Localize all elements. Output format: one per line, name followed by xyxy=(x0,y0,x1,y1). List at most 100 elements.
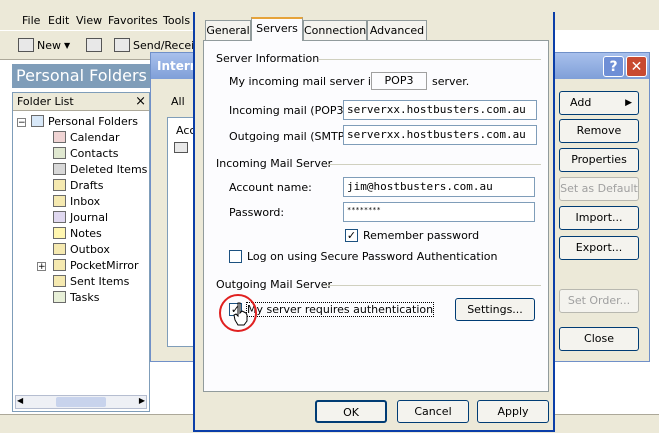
ok-button[interactable]: OK xyxy=(315,400,387,423)
hand-cursor-icon xyxy=(233,302,248,326)
folder-icon xyxy=(53,131,66,143)
server-type-value: POP3 xyxy=(371,72,427,90)
password-field[interactable]: ******** xyxy=(343,202,535,222)
folder-item-label: Calendar xyxy=(70,130,120,144)
folder-item[interactable]: Inbox xyxy=(53,193,100,209)
mail-account-icon xyxy=(174,142,188,153)
new-button-label: New xyxy=(37,38,61,52)
horizontal-scrollbar[interactable]: ◀ ▶ xyxy=(15,395,147,409)
folder-root[interactable]: Personal Folders xyxy=(31,113,138,129)
incoming-mail-label: Incoming mail (POP3): xyxy=(229,104,352,117)
chevron-down-icon: ▼ xyxy=(64,40,71,50)
personal-folders-icon xyxy=(31,115,44,127)
folder-item-label: Notes xyxy=(70,226,102,240)
folder-icon xyxy=(53,195,66,207)
tab-general[interactable]: General xyxy=(205,20,251,40)
set-default-button: Set as Default xyxy=(559,177,639,201)
tab-connection[interactable]: Connection xyxy=(303,20,367,40)
folder-item-label: Drafts xyxy=(70,178,104,192)
menu-file[interactable]: File xyxy=(22,14,40,27)
folder-item[interactable]: Deleted Items xyxy=(53,161,147,177)
apply-button[interactable]: Apply xyxy=(477,400,549,423)
new-button[interactable]: New ▼ xyxy=(18,36,70,54)
folder-item-label: Journal xyxy=(70,210,109,224)
folder-icon xyxy=(53,163,66,175)
group-divider xyxy=(325,285,541,286)
new-mail-icon xyxy=(18,38,34,52)
folder-icon xyxy=(53,291,66,303)
folder-item-label: Inbox xyxy=(70,194,101,208)
close-button[interactable]: Close xyxy=(559,327,639,351)
scroll-left-icon[interactable]: ◀ xyxy=(17,396,23,405)
menu-favorites[interactable]: Favorites xyxy=(108,14,158,27)
folder-item[interactable]: Notes xyxy=(53,225,102,241)
help-button[interactable]: ? xyxy=(603,56,624,77)
folder-item[interactable]: Contacts xyxy=(53,145,119,161)
spa-checkbox[interactable] xyxy=(229,250,242,263)
folder-item-label: Sent Items xyxy=(70,274,130,288)
folder-item[interactable]: Calendar xyxy=(53,129,119,145)
add-button[interactable]: Add ▶ xyxy=(559,91,639,115)
tab-all[interactable]: All xyxy=(171,95,185,108)
account-properties-dialog: General Servers Connection Advanced Serv… xyxy=(193,12,555,432)
folder-item-label: PocketMirror xyxy=(70,258,139,272)
menu-tools[interactable]: Tools xyxy=(163,14,190,27)
arrow-right-icon: ▶ xyxy=(625,98,632,108)
folder-item[interactable]: Journal xyxy=(53,209,108,225)
scroll-thumb[interactable] xyxy=(56,397,106,407)
export-button[interactable]: Export... xyxy=(559,236,639,260)
incoming-server-type-prefix: My incoming mail server is a xyxy=(229,75,387,88)
set-order-button: Set Order... xyxy=(559,289,639,313)
outgoing-mail-server-field[interactable]: serverxx.hostbusters.com.au xyxy=(343,125,537,145)
menu-view[interactable]: View xyxy=(76,14,102,27)
folder-item[interactable]: Outbox xyxy=(53,241,110,257)
folder-list-label: Folder List xyxy=(17,95,74,108)
background-window-edge xyxy=(650,90,659,220)
remember-password-checkbox[interactable]: ✓ xyxy=(345,229,358,242)
server-info-group-title: Server Information xyxy=(216,52,320,65)
folder-item[interactable]: Sent Items xyxy=(53,273,129,289)
group-divider xyxy=(327,164,541,165)
folder-item-label: Outbox xyxy=(70,242,110,256)
import-button[interactable]: Import... xyxy=(559,206,639,230)
menu-edit[interactable]: Edit xyxy=(48,14,69,27)
close-window-button[interactable]: ✕ xyxy=(626,56,647,77)
server-requires-auth-label: My server requires authentication xyxy=(245,302,435,317)
incoming-mail-server-field[interactable]: serverxx.hostbusters.com.au xyxy=(343,100,537,120)
folder-item-label: Tasks xyxy=(70,290,100,304)
remember-password-label: Remember password xyxy=(363,229,480,242)
folder-item-label: Contacts xyxy=(70,146,119,160)
properties-button[interactable]: Properties xyxy=(559,148,639,172)
group-divider xyxy=(319,59,541,60)
folder-icon xyxy=(53,243,66,255)
collapse-toggle[interactable]: − xyxy=(17,118,26,128)
expand-toggle[interactable]: + xyxy=(37,262,46,272)
folder-icon xyxy=(53,147,66,159)
incoming-server-type-suffix: server. xyxy=(432,75,470,88)
settings-button[interactable]: Settings... xyxy=(455,298,535,321)
send-receive-icon xyxy=(114,38,130,52)
folder-icon xyxy=(53,275,66,287)
outgoing-mail-label: Outgoing mail (SMTP): xyxy=(229,130,353,143)
incoming-server-group-title: Incoming Mail Server xyxy=(216,157,333,170)
account-name-field[interactable]: jim@hostbusters.com.au xyxy=(343,177,535,197)
folder-icon xyxy=(53,211,66,223)
folder-root-label: Personal Folders xyxy=(48,114,138,128)
folder-item[interactable]: PocketMirror xyxy=(53,257,139,273)
folder-item[interactable]: Tasks xyxy=(53,289,99,305)
folder-list-panel: Folder List × − Personal Folders Calenda… xyxy=(12,92,150,412)
folder-icon xyxy=(53,179,66,191)
print-button[interactable] xyxy=(86,36,102,54)
password-label: Password: xyxy=(229,206,285,219)
folder-icon xyxy=(53,259,66,271)
scroll-right-icon[interactable]: ▶ xyxy=(139,396,145,405)
folder-item[interactable]: Drafts xyxy=(53,177,103,193)
folder-list-title: Folder List × xyxy=(13,93,149,111)
tab-servers[interactable]: Servers xyxy=(251,17,303,41)
close-icon[interactable]: × xyxy=(135,93,146,111)
account-name-label: Account name: xyxy=(229,181,312,194)
remove-button[interactable]: Remove xyxy=(559,119,639,143)
add-button-label: Add xyxy=(570,96,592,109)
tab-advanced[interactable]: Advanced xyxy=(367,20,427,40)
cancel-button[interactable]: Cancel xyxy=(397,400,469,423)
